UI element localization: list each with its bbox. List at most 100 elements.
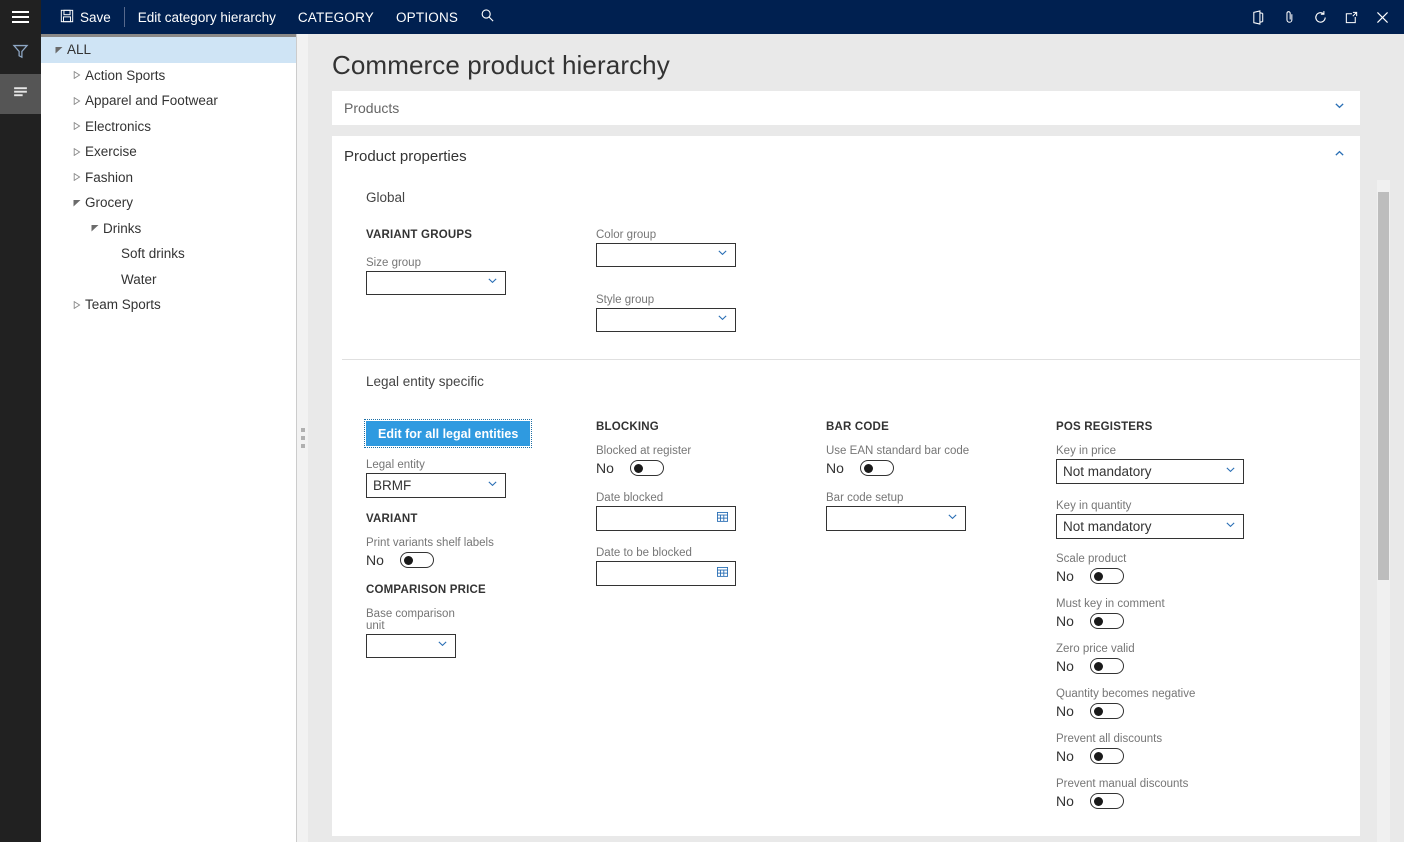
legal-entity-combobox[interactable]: BRMF — [366, 473, 506, 498]
main-menu-button[interactable] — [0, 0, 41, 34]
variant-heading: VARIANT — [366, 513, 596, 525]
command-bar: Save Edit category hierarchy CATEGORY OP… — [41, 0, 1404, 34]
tree-expand-arrow-right-icon[interactable] — [69, 148, 85, 156]
base-comparison-unit-label: Base comparison unit — [366, 608, 456, 632]
save-disk-icon — [60, 9, 74, 25]
bar-code-setup-label: Bar code setup — [826, 492, 966, 504]
panel-splitter[interactable] — [297, 34, 308, 842]
content-scrollbar[interactable] — [1377, 180, 1390, 842]
search-button[interactable] — [469, 0, 506, 34]
tree-expand-arrow-right-icon[interactable] — [69, 97, 85, 105]
tree-expand-arrow-right-icon[interactable] — [69, 173, 85, 181]
tree-node-team-sports[interactable]: Team Sports — [41, 292, 296, 318]
key-in-price-label: Key in price — [1056, 445, 1244, 457]
tree-node-exercise[interactable]: Exercise — [41, 139, 296, 165]
fasttab-products-label: Products — [344, 100, 399, 116]
content-scrollbar-thumb[interactable] — [1378, 192, 1389, 580]
popout-icon[interactable] — [1336, 0, 1367, 34]
toggle-knob-icon — [404, 556, 413, 565]
date-to-be-blocked-label: Date to be blocked — [596, 547, 736, 559]
must-key-in-comment-label: Must key in comment — [1056, 598, 1266, 610]
page-title: Commerce product hierarchy — [308, 34, 1404, 91]
print-variants-shelf-labels-toggle[interactable] — [400, 552, 434, 568]
scale-product-toggle[interactable] — [1090, 568, 1124, 584]
tree-node-label: Fashion — [85, 170, 133, 185]
tree-node-water[interactable]: Water — [41, 267, 296, 293]
use-ean-standard-bar-code-toggle[interactable] — [860, 460, 894, 476]
tree-expand-arrow-right-icon[interactable] — [69, 71, 85, 79]
tree-node-label: Action Sports — [85, 68, 165, 83]
prevent-manual-discounts-toggle[interactable] — [1090, 793, 1124, 809]
chevron-down-icon — [436, 637, 449, 655]
toggle-knob-icon — [1094, 662, 1103, 671]
main-content-area: Commerce product hierarchy Products Prod… — [308, 34, 1404, 842]
calendar-icon[interactable] — [716, 510, 729, 528]
quantity-becomes-negative-toggle[interactable] — [1090, 703, 1124, 719]
must-key-in-comment-toggle[interactable] — [1090, 613, 1124, 629]
toggle-knob-icon — [1094, 572, 1103, 581]
tree-expand-arrow-right-icon[interactable] — [69, 301, 85, 309]
key-in-price-combobox[interactable]: Not mandatory — [1056, 459, 1244, 484]
tree-expand-arrow-down-icon[interactable] — [51, 46, 67, 54]
color-group-combobox[interactable] — [596, 243, 736, 267]
must-key-in-comment-value: No — [1056, 613, 1076, 629]
tree-node-fashion[interactable]: Fashion — [41, 165, 296, 191]
date-to-be-blocked-input[interactable] — [596, 561, 736, 586]
tree-node-label: Soft drinks — [121, 246, 185, 261]
tree-node-apparel-and-footwear[interactable]: Apparel and Footwear — [41, 88, 296, 114]
tree-node-action-sports[interactable]: Action Sports — [41, 63, 296, 89]
chevron-down-icon — [716, 246, 729, 264]
top-navigation-bar: Save Edit category hierarchy CATEGORY OP… — [0, 0, 1404, 34]
key-in-quantity-label: Key in quantity — [1056, 500, 1244, 512]
attachment-icon[interactable] — [1274, 0, 1305, 34]
tree-node-electronics[interactable]: Electronics — [41, 114, 296, 140]
tree-node-drinks[interactable]: Drinks — [41, 216, 296, 242]
prevent-manual-discounts-value: No — [1056, 793, 1076, 809]
tree-node-label: Drinks — [103, 221, 141, 236]
tree-expand-arrow-down-icon[interactable] — [69, 199, 85, 207]
office-app-icon[interactable] — [1243, 0, 1274, 34]
chevron-up-icon — [1333, 147, 1346, 165]
tree-expand-arrow-right-icon[interactable] — [69, 122, 85, 130]
zero-price-valid-label: Zero price valid — [1056, 643, 1266, 655]
filter-pane-button[interactable] — [0, 34, 41, 74]
fasttab-product-properties-header[interactable]: Product properties — [332, 136, 1360, 176]
size-group-combobox[interactable] — [366, 271, 506, 295]
prevent-all-discounts-value: No — [1056, 748, 1076, 764]
tree-expand-arrow-down-icon[interactable] — [87, 224, 103, 232]
tree-node-soft-drinks[interactable]: Soft drinks — [41, 241, 296, 267]
blocked-at-register-toggle[interactable] — [630, 460, 664, 476]
command-bar-divider — [124, 7, 125, 27]
save-button[interactable]: Save — [49, 0, 122, 34]
toggle-knob-icon — [634, 464, 643, 473]
list-pane-button[interactable] — [0, 74, 41, 114]
edit-for-all-legal-entities-button[interactable]: Edit for all legal entities — [366, 421, 530, 446]
menu-category[interactable]: CATEGORY — [287, 0, 385, 34]
base-comparison-unit-combobox[interactable] — [366, 634, 456, 658]
category-tree-panel: ALL Action Sports Apparel and FootwearElec… — [41, 34, 297, 842]
tree-node-all[interactable]: ALL — [41, 37, 296, 63]
menu-options[interactable]: OPTIONS — [385, 0, 469, 34]
refresh-icon[interactable] — [1305, 0, 1336, 34]
prevent-all-discounts-toggle[interactable] — [1090, 748, 1124, 764]
tree-node-grocery[interactable]: Grocery — [41, 190, 296, 216]
quantity-becomes-negative-value: No — [1056, 703, 1076, 719]
calendar-icon[interactable] — [716, 565, 729, 583]
style-group-combobox[interactable] — [596, 308, 736, 332]
tree-node-label: Water — [121, 272, 157, 287]
date-blocked-input[interactable] — [596, 506, 736, 531]
bar-code-setup-combobox[interactable] — [826, 506, 966, 531]
date-blocked-label: Date blocked — [596, 492, 736, 504]
splitter-grip-icon — [301, 428, 305, 448]
chevron-down-icon — [716, 311, 729, 329]
key-in-quantity-combobox[interactable]: Not mandatory — [1056, 514, 1244, 539]
pos-registers-heading: POS REGISTERS — [1056, 421, 1266, 433]
fasttab-products[interactable]: Products — [332, 91, 1360, 125]
comparison-price-heading: COMPARISON PRICE — [366, 584, 596, 596]
toggle-knob-icon — [1094, 797, 1103, 806]
close-icon[interactable] — [1367, 0, 1398, 34]
chevron-down-icon — [486, 274, 499, 292]
chevron-down-icon — [1333, 99, 1346, 117]
search-icon — [480, 8, 495, 26]
zero-price-valid-toggle[interactable] — [1090, 658, 1124, 674]
